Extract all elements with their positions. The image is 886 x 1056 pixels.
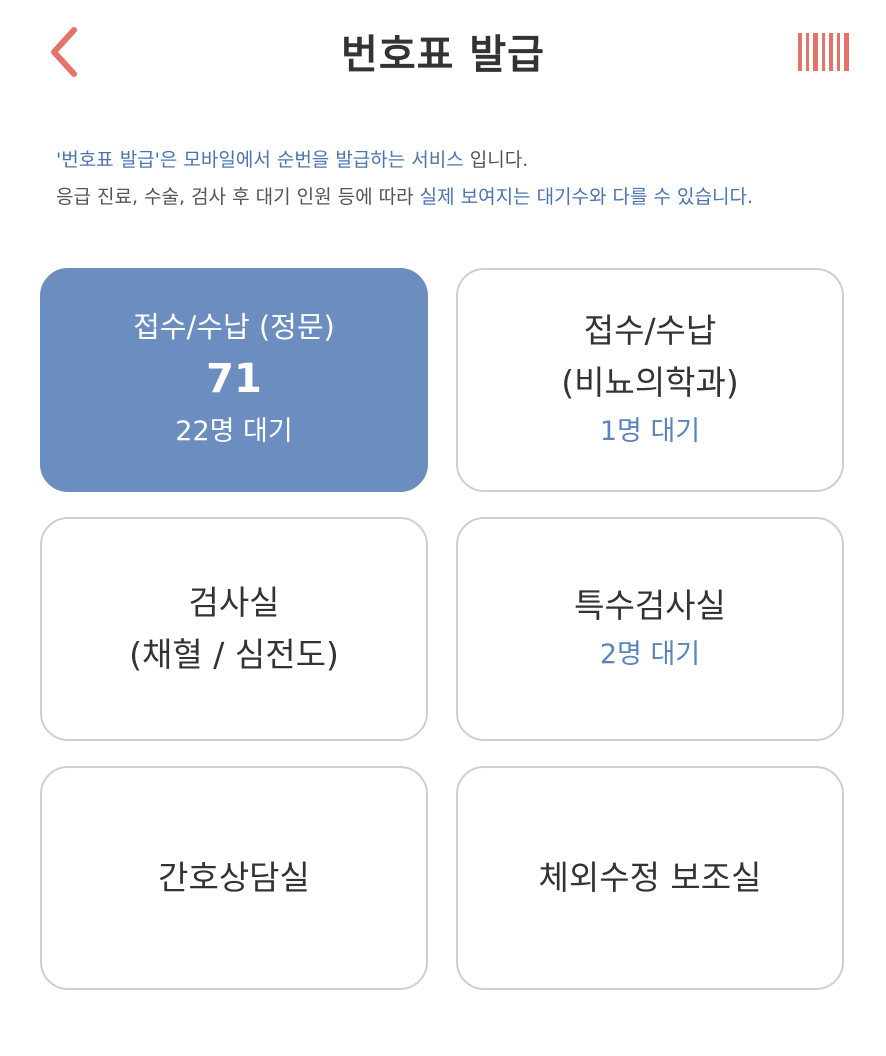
- barcode-icon: [798, 33, 849, 71]
- waiting-count: 2명 대기: [599, 639, 701, 670]
- notice-highlight-1: '번호표 발급'은 모바일에서 순번을 발급하는 서비스: [56, 149, 464, 171]
- card-title-line2: (채혈 / 심전도): [129, 635, 339, 674]
- card-title: 간호상담실: [158, 858, 310, 897]
- window-card-ivf-support[interactable]: 체외수정 보조실: [456, 766, 844, 990]
- notice-text-2: 응급 진료, 수술, 검사 후 대기 인원 등에 따라: [56, 186, 420, 208]
- header-bar: 번호표 발급: [0, 0, 886, 110]
- card-title: 체외수정 보조실: [538, 858, 762, 897]
- service-notice: '번호표 발급'은 모바일에서 순번을 발급하는 서비스 입니다. 응급 진료,…: [56, 142, 826, 216]
- card-title: 접수/수납 (정문): [133, 310, 335, 344]
- card-title-line1: 접수/수납: [583, 311, 717, 350]
- ticket-number: 71: [206, 356, 262, 402]
- card-title-line1: 검사실: [188, 583, 280, 622]
- notice-text-1: 입니다.: [463, 149, 529, 171]
- card-title-line2: (비뇨의학과): [561, 363, 739, 402]
- barcode-button[interactable]: [792, 28, 856, 76]
- window-card-reception-urology[interactable]: 접수/수납 (비뇨의학과) 1명 대기: [456, 268, 844, 492]
- window-card-lab[interactable]: 검사실 (채혈 / 심전도): [40, 517, 428, 741]
- waiting-count: 1명 대기: [599, 416, 701, 447]
- waiting-count: 22명 대기: [175, 416, 293, 447]
- notice-highlight-2: 실제 보여지는 대기수와 다를 수 있습니다.: [419, 186, 754, 208]
- window-card-special-lab[interactable]: 특수검사실 2명 대기: [456, 517, 844, 741]
- card-title: 특수검사실: [574, 586, 726, 625]
- window-card-nursing-consult[interactable]: 간호상담실: [40, 766, 428, 990]
- notice-line-2: 응급 진료, 수술, 검사 후 대기 인원 등에 따라 실제 보여지는 대기수와…: [56, 179, 826, 216]
- notice-line-1: '번호표 발급'은 모바일에서 순번을 발급하는 서비스 입니다.: [56, 142, 826, 179]
- window-card-reception-main[interactable]: 접수/수납 (정문) 71 22명 대기: [40, 268, 428, 492]
- page-title: 번호표 발급: [341, 32, 545, 78]
